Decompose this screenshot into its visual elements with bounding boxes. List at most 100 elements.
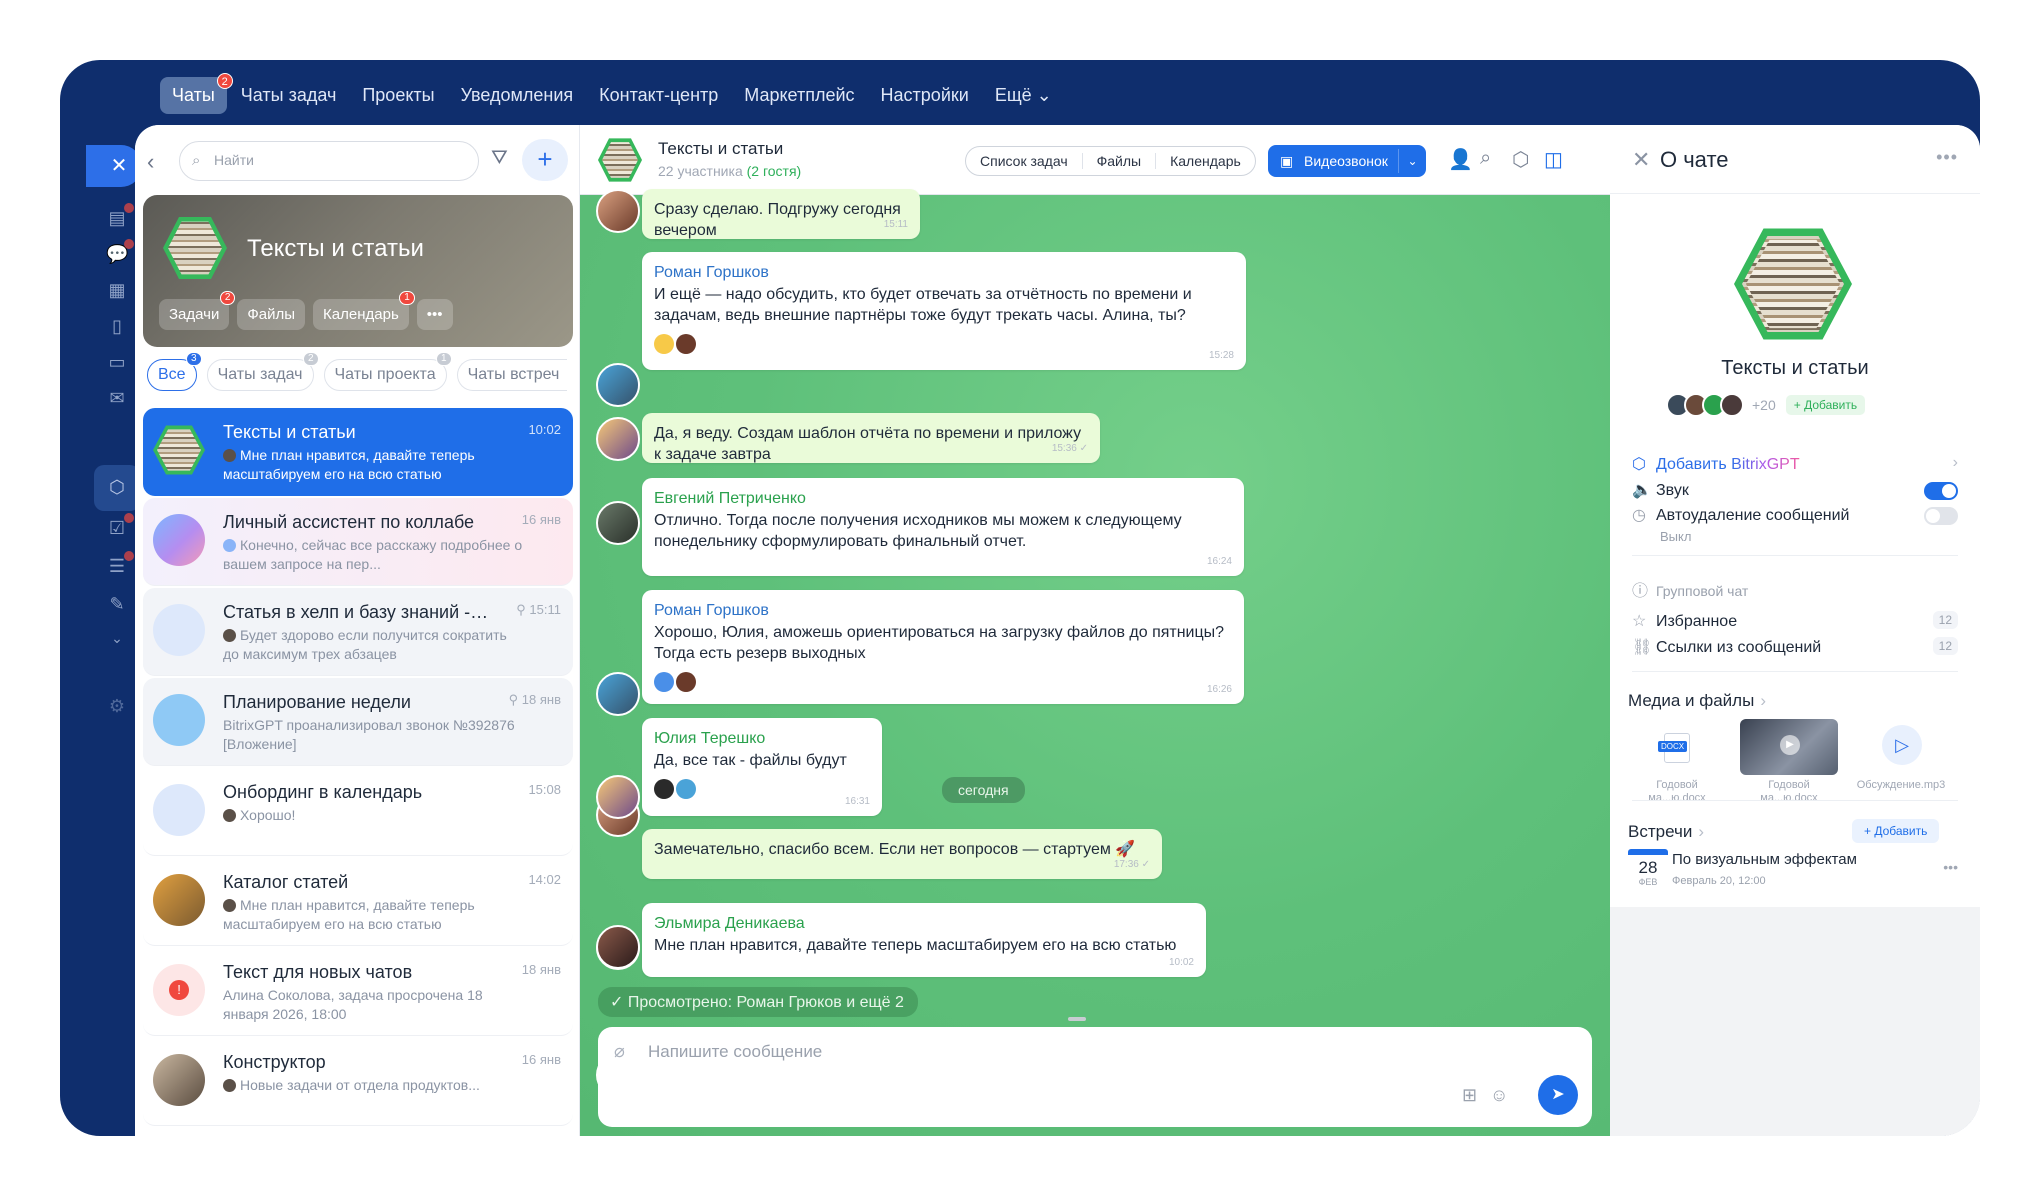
meeting-item[interactable]: 28 ФЕВ По визуальным эффектам Февраль 20… [1628,849,1958,893]
chat-item[interactable]: Планирование недели ⚲ 18 янв BitrixGPT п… [143,678,573,766]
nav-marketplace[interactable]: Маркетплейс [732,77,866,114]
search-input[interactable]: ⌕ Найти [179,141,479,181]
divider [1632,555,1958,556]
send-button[interactable]: ➤ [1538,1075,1578,1115]
avatar[interactable] [596,417,640,461]
chat-item-time: ⚲ 15:11 [516,602,561,617]
filter-icon[interactable]: ⛛ [491,147,508,170]
chat-item-preview: Мне план нравится, давайте теперь масшта… [223,897,475,932]
avatar[interactable] [596,363,640,407]
document-icon[interactable]: ▯ [106,315,128,337]
more-icon[interactable]: ••• [1943,859,1958,875]
chevron-right-icon: › [1952,454,1958,471]
message-bubble[interactable]: Сразу сделаю. Подгружу сегодня вечером 1… [642,189,920,239]
avatar[interactable] [596,501,640,545]
calendar-icon[interactable]: ▦ [106,279,128,301]
filter-project-chats[interactable]: Чаты проекта 1 [323,352,452,391]
chevron-down-icon[interactable]: ⌄ [106,627,128,649]
media-item[interactable]: ▷ Обсуждение.mp3 [1852,719,1950,805]
reactions[interactable] [654,672,1232,696]
hero-chip-files[interactable]: Файлы [237,299,306,330]
side-panel-icon[interactable]: ◫ [1544,147,1563,172]
tab-task-list[interactable]: Список задач [966,153,1083,169]
chat-item[interactable]: Конструктор 16 янв Новые задачи от отдел… [143,1038,573,1126]
pinned-chat-hero[interactable]: Тексты и статьи Задачи 2 Файлы Календарь 1… [143,195,573,347]
nav-more[interactable]: Ещё ⌄ [983,77,1064,114]
favorites-row[interactable]: ☆ Избранное 12 [1632,611,1958,633]
hero-chip-calendar[interactable]: Календарь 1 [313,291,415,330]
hero-chip-tasks[interactable]: Задачи 2 [159,291,236,330]
message-bubble[interactable]: Замечательно, спасибо всем. Если нет воп… [642,829,1162,879]
message-composer[interactable]: ⌀ Напишите сообщение ⊞ ☺ ➤ [598,1027,1592,1127]
back-arrow-icon[interactable]: ‹ [147,149,154,175]
chat-item[interactable]: Статья в хелп и базу знаний - п... ⚲ 15:… [143,588,573,676]
message-text: Мне план нравится, давайте теперь масшта… [654,937,1177,954]
hexagon-icon[interactable]: ⬡ [106,476,128,498]
nav-chats[interactable]: Чаты 2 [160,72,233,114]
nav-projects[interactable]: Проекты [350,77,446,114]
chat-item[interactable]: Тексты и статьи 10:02 Мне план нравится,… [143,408,573,496]
filter-all[interactable]: Все 3 [147,352,202,391]
video-call-button[interactable]: ▣ Видеозвонок ⌄ [1268,145,1426,177]
close-icon[interactable]: ✕ [1632,147,1650,173]
nav-settings[interactable]: Настройки [869,77,981,114]
chat-item-name: Тексты и статьи [223,422,356,442]
close-icon[interactable]: ✕ [86,145,142,187]
drive-icon[interactable]: ▭ [106,351,128,373]
media-item[interactable]: ▶ Годовой ма...ю.docx [1740,719,1838,805]
message-bubble[interactable]: Евгений Петриченко Отлично. Тогда после … [642,478,1244,576]
add-gpt-row[interactable]: ⬡ Добавить BitrixGPT › [1632,454,1958,476]
add-user-icon[interactable]: 👤 [1448,147,1473,172]
search-placeholder: Найти [214,152,254,168]
filter-meeting-chats[interactable]: Чаты встреч [456,359,567,391]
add-member-button[interactable]: + Добавить [1785,395,1866,415]
message-bubble[interactable]: Эльмира Деникаева Мне план нравится, дав… [642,903,1206,977]
chat-item[interactable]: Личный ассистент по коллабе 16 янв Конеч… [143,498,573,586]
nav-notifications[interactable]: Уведомления [449,77,586,114]
chat-item-preview: BitrixGPT проанализировал звонок №392876… [223,717,515,752]
message-bubble[interactable]: Да, я веду. Создам шаблон отчёта по врем… [642,413,1100,463]
nav-contact-center[interactable]: Контакт-центр [587,77,730,114]
chevron-down-icon[interactable]: ⌄ [1398,149,1426,173]
meetings-header[interactable]: Встречи › [1628,822,1704,842]
hero-chip-more[interactable]: ••• [416,299,453,330]
autodelete-toggle[interactable] [1924,507,1958,525]
tab-files[interactable]: Файлы [1083,153,1157,169]
nav-task-chats[interactable]: Чаты задач [229,77,349,114]
media-header[interactable]: Медиа и файлы › [1628,691,1766,711]
filter-task-chats[interactable]: Чаты задач 2 [206,352,319,391]
apps-icon[interactable]: ⊞ [1462,1085,1477,1106]
message-bubble[interactable]: Роман Горшков И ещё — надо обсудить, кто… [642,252,1246,370]
chat-item[interactable]: Каталог статей 14:02 Мне план нравится, … [143,858,573,946]
chat-title[interactable]: Тексты и статьи [658,139,783,159]
ai-icon[interactable]: ⬡ [1512,147,1529,172]
paperclip-icon[interactable]: ⌀ [614,1041,625,1062]
sound-toggle[interactable] [1924,482,1958,500]
links-row[interactable]: ⛓ Ссылки из сообщений 12 [1632,637,1958,659]
chat-item[interactable]: Онбординг в календарь 15:08 Хорошо! [143,768,573,856]
more-icon[interactable]: ••• [1936,147,1958,168]
search-icon[interactable]: ⌕ [1480,147,1491,170]
chat-avatar[interactable] [598,138,642,182]
seen-indicator[interactable]: ✓ Просмотрено: Роман Грюков и ещё 2 [598,987,918,1017]
avatar[interactable] [596,189,640,233]
pen-icon[interactable]: ✎ [106,593,128,615]
tab-calendar[interactable]: Календарь [1156,153,1255,169]
media-item[interactable]: DOCX Годовой ма...ю.docx [1628,719,1726,805]
mail-icon[interactable]: ✉ [106,387,128,409]
reactions[interactable] [654,779,870,803]
chat-avatar[interactable] [1734,228,1852,340]
emoji-icon[interactable]: ☺ [1490,1085,1508,1106]
new-chat-button[interactable]: + [522,139,568,181]
reactions[interactable] [654,334,1234,358]
chat-item[interactable]: ! Текст для новых чатов 18 янв Алина Сок… [143,948,573,1036]
message-bubble[interactable]: Юлия Терешко Да, все так - файлы будут 1… [642,718,882,816]
message-bubble[interactable]: Роман Горшков Хорошо, Юлия, аможешь орие… [642,590,1244,704]
avatar[interactable] [596,925,640,969]
settings-icon[interactable]: ⚙ [106,695,128,717]
member-avatars[interactable]: +20 + Добавить [1666,393,1866,417]
avatar[interactable] [596,775,640,819]
avatar[interactable] [596,672,640,716]
add-meeting-button[interactable]: + Добавить [1852,819,1940,843]
resize-handle[interactable] [1068,1017,1086,1021]
